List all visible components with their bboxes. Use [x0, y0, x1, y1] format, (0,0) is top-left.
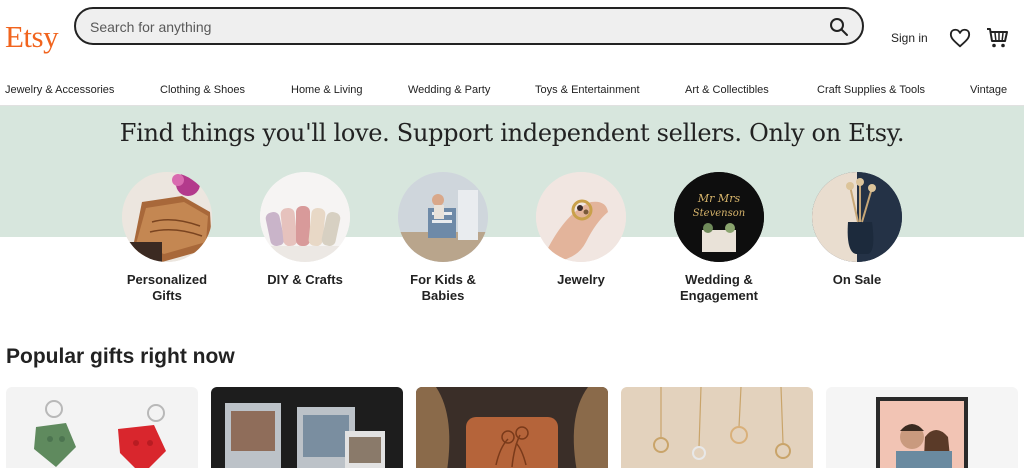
nav-craft-supplies-tools[interactable]: Craft Supplies & Tools — [817, 84, 925, 96]
category-nav: Jewelry & Accessories Clothing & Shoes H… — [0, 78, 1024, 106]
hero-title: Find things you'll love. Support indepen… — [119, 119, 905, 147]
heart-icon — [949, 28, 971, 48]
product-card[interactable] — [826, 387, 1018, 468]
etsy-logo[interactable]: Etsy — [5, 17, 59, 57]
sign-in-link[interactable]: Sign in — [891, 31, 928, 45]
product-card[interactable] — [6, 387, 198, 468]
site-header: Etsy Sign in — [0, 0, 1024, 78]
popular-gifts-title: Popular gifts right now — [6, 345, 235, 368]
hero-item-diy-crafts[interactable]: DIY & Crafts — [245, 172, 365, 288]
search-icon — [830, 18, 848, 36]
hero-item-label: Wedding & Engagement — [679, 272, 758, 303]
product-image — [621, 387, 813, 468]
favorites-button[interactable] — [949, 27, 971, 49]
hero-item-label: For Kids & Babies — [410, 272, 476, 303]
on-sale-image — [812, 172, 902, 262]
nav-toys-entertainment[interactable]: Toys & Entertainment — [535, 84, 640, 96]
diy-crafts-image — [260, 172, 350, 262]
nav-art-collectibles[interactable]: Art & Collectibles — [685, 84, 769, 96]
product-image — [826, 387, 1018, 468]
wedding-engagement-image: Mr Mrs Stevenson — [674, 172, 764, 262]
svg-text:Mr Mrs: Mr Mrs — [697, 192, 741, 205]
nav-vintage[interactable]: Vintage — [970, 84, 1007, 96]
hero-item-label: Personalized Gifts — [126, 272, 208, 303]
cart-icon — [987, 28, 1008, 48]
hero-item-wedding-engagement[interactable]: Mr Mrs Stevenson Wedding & Engagement — [659, 172, 779, 304]
product-card[interactable] — [211, 387, 403, 468]
hero-item-jewelry[interactable]: Jewelry — [521, 172, 641, 288]
product-card[interactable] — [621, 387, 813, 468]
hero-item-label: DIY & Crafts — [267, 272, 343, 287]
cart-button[interactable] — [986, 27, 1010, 49]
svg-text:Stevenson: Stevenson — [693, 208, 745, 219]
nav-clothing-shoes[interactable]: Clothing & Shoes — [160, 84, 245, 96]
hero-item-personalized-gifts[interactable]: Personalized Gifts — [107, 172, 227, 304]
jewelry-image — [536, 172, 626, 262]
hero-item-on-sale[interactable]: On Sale — [797, 172, 917, 288]
product-image — [416, 387, 608, 468]
product-card[interactable] — [416, 387, 608, 468]
nav-home-living[interactable]: Home & Living — [291, 84, 363, 96]
hero-item-for-kids-babies[interactable]: For Kids & Babies — [383, 172, 503, 304]
nav-wedding-party[interactable]: Wedding & Party — [408, 84, 490, 96]
search-button[interactable] — [826, 15, 852, 39]
hero-item-label: Jewelry — [557, 272, 605, 287]
hero-item-label: On Sale — [832, 272, 882, 287]
nav-jewelry-accessories[interactable]: Jewelry & Accessories — [5, 84, 114, 96]
search-input[interactable] — [90, 17, 790, 37]
product-image — [6, 387, 198, 468]
personalized-gifts-image — [122, 172, 212, 262]
search-bar[interactable] — [74, 7, 864, 45]
product-image — [211, 387, 403, 468]
kids-babies-image — [398, 172, 488, 262]
